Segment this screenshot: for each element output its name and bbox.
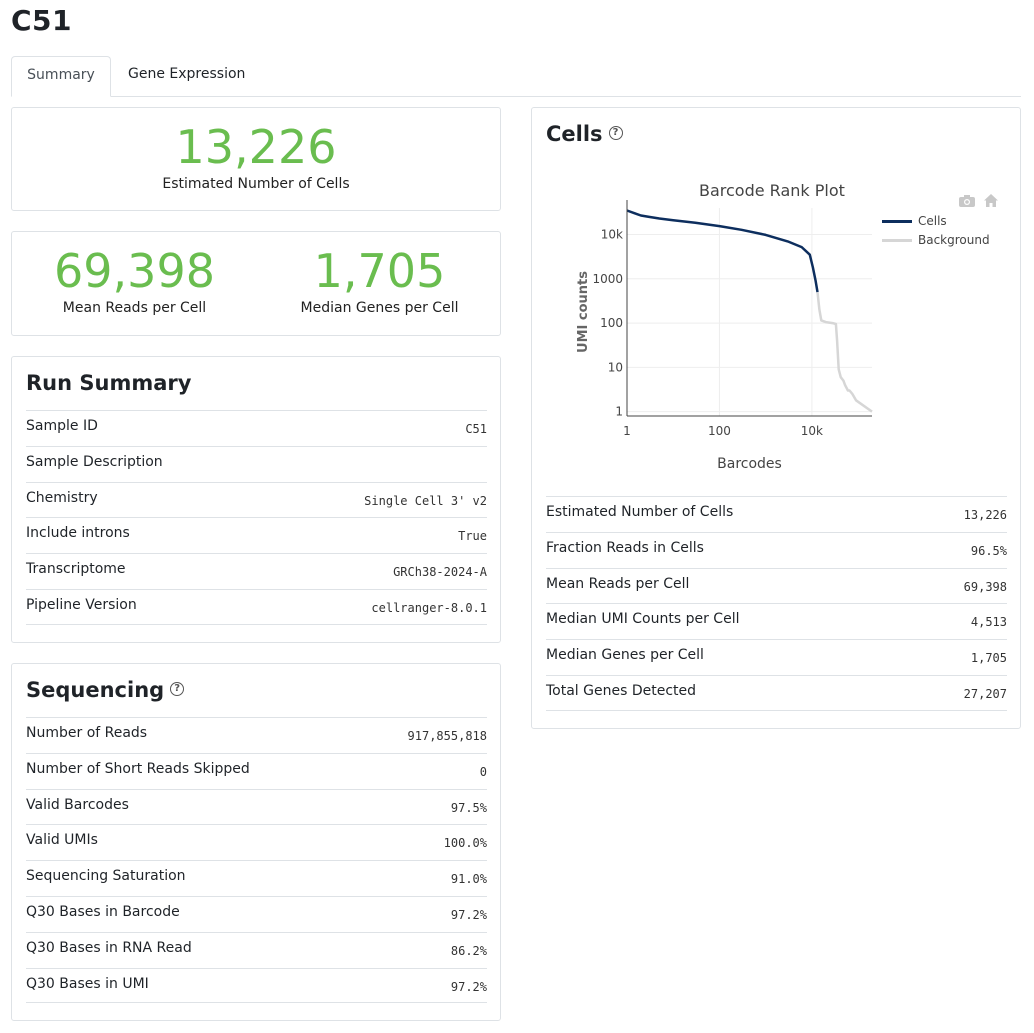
table-row: Chemistry Single Cell 3' v2 (26, 481, 487, 518)
row-label: Median Genes per Cell (546, 647, 704, 664)
table-row: Valid Barcodes 97.5% (26, 788, 487, 825)
row-label: Total Genes Detected (546, 682, 697, 699)
row-label: Sample Description (26, 453, 163, 470)
x-tick-label: 1 (623, 424, 631, 438)
row-value: 97.5% (450, 800, 487, 815)
run-summary-title: Run Summary (26, 371, 192, 395)
row-value: 97.2% (450, 979, 487, 994)
series-line-background (816, 291, 873, 413)
row-label: Number of Short Reads Skipped (26, 760, 250, 777)
row-label: Q30 Bases in RNA Read (26, 939, 192, 956)
help-icon[interactable]: ? (170, 682, 185, 696)
y-tick-label: 10k (601, 228, 623, 242)
row-label: Estimated Number of Cells (546, 504, 734, 520)
page-title: C51 (11, 4, 73, 37)
table-row: Q30 Bases in Barcode 97.2% (26, 895, 487, 932)
help-icon[interactable]: ? (608, 126, 623, 140)
table-row: Estimated Number of Cells 13,226 (546, 496, 1007, 532)
row-value: 27,207 (963, 686, 1007, 701)
median-genes-label: Median Genes per Cell (300, 300, 459, 316)
y-tick-label: 100 (600, 316, 623, 330)
cells-table: Estimated Number of Cells 13,226 Fraction… (546, 496, 1007, 711)
y-tick-label: 10 (608, 360, 623, 374)
row-label: Transcriptome (26, 561, 126, 578)
row-value: cellranger-8.0.1 (371, 600, 487, 615)
x-tick-label: 10k (801, 424, 823, 438)
run-summary-card: Run Summary Sample ID C51 Sample Descript… (11, 356, 501, 643)
median-genes-value: 1,705 (313, 244, 446, 298)
cells-title-wrap: Cells? (546, 122, 623, 146)
row-label: Fraction Reads in Cells (546, 539, 704, 556)
row-value: 100.0% (443, 836, 487, 851)
row-value: GRCh38-2024-A (393, 565, 487, 580)
barcode-rank-plot: Barcode Rank Plot Cells Background 1 100 1… (542, 168, 1012, 488)
row-value: 96.5% (970, 543, 1007, 558)
row-value: 917,855,818 (407, 729, 487, 743)
sequencing-card: Sequencing? Number of Reads 917,855,818 N… (11, 663, 501, 1021)
y-tick-label: 1 (615, 405, 623, 419)
table-row: Q30 Bases in UMI 97.2% (26, 967, 487, 1004)
row-value: 69,398 (963, 579, 1007, 594)
row-label: Include introns (26, 525, 130, 542)
row-value: 13,226 (963, 508, 1007, 522)
table-row: Number of Reads 917,855,818 (26, 717, 487, 753)
row-value: 86.2% (450, 943, 487, 958)
table-row: Median UMI Counts per Cell 4,513 (546, 603, 1007, 639)
cells-title: Cells (546, 122, 603, 146)
row-value: 1,705 (970, 651, 1007, 666)
row-label: Q30 Bases in UMI (26, 975, 149, 992)
estimated-cells-value: 13,226 (175, 120, 337, 174)
y-tick-label: 1000 (592, 272, 623, 286)
tab-summary[interactable]: Summary (11, 56, 111, 97)
tab-bar: Summary Gene Expression (11, 56, 1021, 97)
row-value: 91.0% (450, 872, 487, 887)
table-row: Sample Description (26, 445, 487, 482)
row-value: Single Cell 3' v2 (364, 493, 487, 508)
row-label: Sequencing Saturation (26, 868, 186, 885)
hero-reads-genes-card: 69,398 Mean Reads per Cell 1,705 Median … (11, 231, 501, 336)
table-row: Fraction Reads in Cells 96.5% (546, 531, 1007, 568)
row-value: True (458, 529, 487, 544)
estimated-cells-label: Estimated Number of Cells (162, 176, 350, 192)
table-row: Total Genes Detected 27,207 (546, 674, 1007, 711)
tab-gene-expression[interactable]: Gene Expression (112, 56, 261, 97)
row-value: C51 (465, 422, 487, 436)
x-tick-label: 100 (708, 424, 731, 438)
sequencing-table: Number of Reads 917,855,818 Number of Sho… (26, 717, 487, 1004)
table-row: Transcriptome GRCh38-2024-A (26, 553, 487, 589)
row-label: Number of Reads (26, 725, 148, 741)
run-summary-table: Sample ID C51 Sample Description Chemistr… (26, 410, 487, 625)
row-value: 97.2% (450, 907, 487, 922)
row-label: Mean Reads per Cell (546, 575, 690, 592)
row-label: Median UMI Counts per Cell (546, 611, 740, 628)
table-row: Q30 Bases in RNA Read 86.2% (26, 931, 487, 968)
row-value: 0 (479, 764, 487, 779)
table-row: Include introns True (26, 517, 487, 553)
table-row: Mean Reads per Cell 69,398 (546, 567, 1007, 604)
table-row: Median Genes per Cell 1,705 (546, 639, 1007, 675)
row-label: Pipeline Version (26, 596, 137, 613)
mean-reads-label: Mean Reads per Cell (62, 300, 207, 316)
row-label: Chemistry (26, 489, 98, 506)
sequencing-title-wrap: Sequencing? (26, 678, 185, 702)
table-row: Sequencing Saturation 91.0% (26, 860, 487, 896)
hero-cells-card: 13,226 Estimated Number of Cells (11, 107, 501, 211)
chart-canvas: 1 100 10k 1 10 100 1000 10k Barcodes UMI counts (576, 200, 873, 472)
sequencing-title: Sequencing (26, 678, 165, 702)
table-row: Pipeline Version cellranger-8.0.1 (26, 588, 487, 625)
row-label: Valid UMIs (26, 832, 98, 849)
row-value: 4,513 (970, 615, 1007, 630)
x-axis-title: Barcodes (717, 456, 782, 472)
table-row: Sample ID C51 (26, 410, 487, 446)
table-row: Number of Short Reads Skipped 0 (26, 752, 487, 789)
table-row: Valid UMIs 100.0% (26, 824, 487, 860)
series-line-cells (626, 209, 819, 293)
y-axis-title: UMI counts (576, 271, 591, 353)
row-label: Valid Barcodes (26, 796, 129, 813)
row-label: Sample ID (26, 418, 98, 434)
mean-reads-value: 69,398 (54, 244, 215, 298)
row-label: Q30 Bases in Barcode (26, 903, 180, 920)
cells-card: Cells? Barcode Rank Plot Cells Backgroun… (531, 107, 1021, 729)
